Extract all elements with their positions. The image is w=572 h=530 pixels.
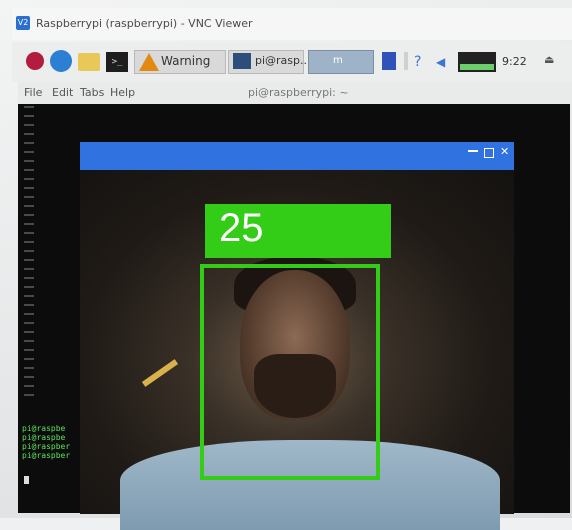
background-lamp [141,359,179,387]
camera-titlebar[interactable]: ✕ [80,142,514,170]
taskbar-camera-button[interactable]: m [308,50,374,74]
vnc-titlebar[interactable]: V2 Raspberrypi (raspberrypi) - VNC Viewe… [12,8,572,40]
age-label-box: 25 [205,204,391,258]
terminal-menubar: File Edit Tabs Help pi@raspberrypi: ~ [18,82,570,104]
file-manager-icon[interactable] [78,53,100,71]
minimize-icon[interactable] [468,150,478,152]
prompt-line: pi@raspbe [22,424,66,433]
taskbar-warning-label: Warning [161,54,211,68]
vnc-app-icon: V2 [16,16,30,30]
prompt-line: pi@raspber [22,442,71,451]
terminal-window-icon [233,53,251,69]
vnc-window-title: Raspberrypi (raspberrypi) - VNC Viewer [36,17,253,30]
taskbar-terminal-button[interactable]: pi@rasp... [228,50,311,74]
maximize-icon[interactable] [484,148,494,158]
web-browser-icon[interactable] [50,50,72,72]
menu-help[interactable]: Help [110,86,135,99]
terminal-title: pi@raspberrypi: ~ [248,86,349,99]
terminal-icon[interactable]: >_ [106,52,128,72]
taskbar-camera-label: m [333,55,343,66]
taskbar-clock: 9:22 [502,55,527,68]
terminal-prompt-lines: pi@raspbe pi@raspbe pi@raspber pi@raspbe… [22,424,82,460]
menu-file[interactable]: File [24,86,42,99]
face-bounding-box [200,264,380,480]
age-label: 25 [219,206,264,250]
taskbar-terminal-label: pi@rasp... [255,54,311,67]
taskbar-warning-button[interactable]: Warning [134,50,226,74]
menu-edit[interactable]: Edit [52,86,73,99]
raspberry-pi-taskbar: >_ Warning pi@rasp... m ? ◀ 9:22 ⏏ [12,42,572,82]
prompt-line: pi@raspber [22,451,71,460]
warning-icon [139,53,159,71]
close-icon[interactable]: ✕ [500,146,509,158]
terminal-cursor [24,476,29,484]
wifi-icon[interactable]: ? [414,54,430,70]
prompt-line: pi@raspbe [22,433,66,442]
camera-window: ✕ 25 [80,142,514,530]
terminal-text-strip [24,106,34,396]
bluetooth-icon[interactable] [382,52,396,70]
camera-feed: 25 [80,170,514,530]
volume-icon[interactable]: ◀ [436,54,450,70]
tray-separator [404,52,408,70]
raspberry-pi-icon[interactable] [26,52,44,70]
cpu-monitor-icon [458,52,496,72]
eject-icon[interactable]: ⏏ [544,54,554,65]
menu-tabs[interactable]: Tabs [80,86,104,99]
